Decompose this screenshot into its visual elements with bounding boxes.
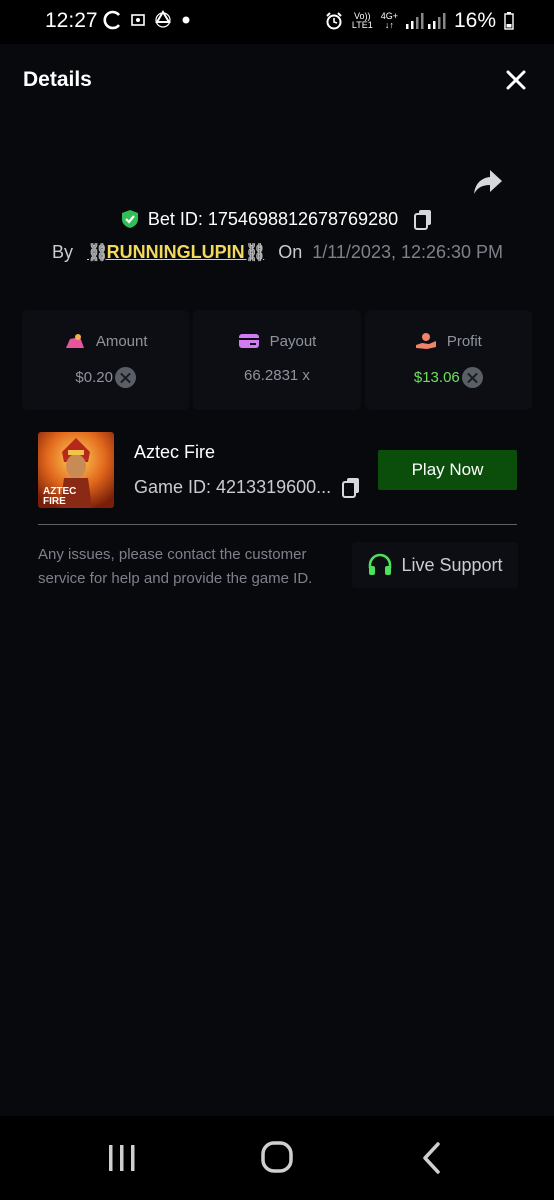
details-panel: Details Bet ID: 1754698812678769280 By ⛓… — [0, 44, 554, 1116]
network-type: 4G+ ↓↑ — [380, 11, 398, 30]
stat-payout-label: Payout — [269, 332, 317, 350]
stat-profit: Profit $13.06 — [364, 310, 532, 410]
headset-icon — [369, 553, 392, 575]
bettor-row: By ⛓RUNNINGLUPIN⛓ On 1/11/2023, 12:26:30… — [52, 242, 503, 263]
stat-payout-value: 66.2831 x — [244, 367, 310, 384]
play-now-button[interactable]: Play Now — [378, 450, 517, 490]
divider — [38, 524, 517, 525]
game-id-row: Game ID: 4213319600... — [134, 476, 361, 498]
details-header: Details — [0, 44, 554, 116]
game-thumbnail[interactable]: AZTEC FIRE — [38, 432, 114, 508]
amount-icon — [65, 334, 84, 348]
username-link[interactable]: ⛓RUNNINGLUPIN⛓ — [87, 242, 266, 263]
home-icon[interactable] — [257, 1140, 297, 1176]
copy-game-id-icon[interactable] — [341, 476, 361, 498]
battery-percent: 16% — [453, 9, 496, 32]
live-support-button[interactable]: Live Support — [352, 542, 518, 588]
stat-amount-label: Amount — [95, 332, 148, 350]
status-bar: 12:27 Vo)) LTE1 4G+ ↓↑ 16% — [0, 0, 554, 44]
bet-date: 1/11/2023, 12:26:30 PM — [312, 242, 504, 262]
stat-amount: Amount $0.20 — [22, 310, 190, 410]
bet-stats: Amount $0.20 Payout 66.2831 x Profit $13… — [22, 310, 532, 410]
sync-icon — [103, 10, 121, 30]
support-info-text: Any issues, please contact the customer … — [38, 546, 313, 587]
recycle-icon — [155, 10, 171, 28]
bet-id-text: Bet ID: 1754698812678769280 — [147, 208, 399, 229]
back-icon[interactable] — [412, 1140, 452, 1176]
network-label: Vo)) LTE1 — [351, 11, 373, 30]
live-support-label: Live Support — [401, 554, 503, 575]
stat-payout: Payout 66.2831 x — [193, 310, 361, 410]
bet-id-row: Bet ID: 1754698812678769280 — [0, 208, 554, 230]
stat-amount-value: $0.20 — [75, 369, 113, 386]
on-label: On — [278, 242, 303, 262]
stat-profit-value: $13.06 — [413, 369, 460, 386]
game-name[interactable]: Aztec Fire — [134, 442, 215, 463]
currency-icon — [114, 367, 136, 388]
alarm-icon — [326, 12, 342, 30]
game-id-text: Game ID: 4213319600... — [134, 476, 332, 497]
dot-icon — [182, 16, 190, 24]
profit-hand-icon — [415, 333, 436, 349]
recent-apps-icon[interactable] — [102, 1140, 142, 1176]
battery-icon — [504, 12, 514, 30]
card-icon — [238, 334, 259, 348]
status-left-icons — [103, 10, 191, 30]
signal-icon — [405, 13, 446, 29]
share-icon[interactable] — [472, 168, 504, 196]
copy-icon[interactable] — [412, 208, 434, 230]
thumb-title-line2: FIRE — [43, 496, 66, 507]
gallery-icon — [131, 14, 145, 26]
status-time: 12:27 — [45, 9, 98, 32]
close-icon[interactable] — [504, 68, 528, 92]
system-nav-bar — [0, 1116, 554, 1200]
status-right-icons: Vo)) LTE1 4G+ ↓↑ 16% — [324, 9, 514, 33]
stat-profit-label: Profit — [446, 332, 482, 350]
by-label: By — [52, 242, 74, 262]
page-title: Details — [23, 68, 92, 91]
aztec-fire-art: AZTEC FIRE — [38, 432, 114, 508]
shield-check-icon — [121, 210, 138, 228]
currency-icon — [461, 367, 483, 388]
